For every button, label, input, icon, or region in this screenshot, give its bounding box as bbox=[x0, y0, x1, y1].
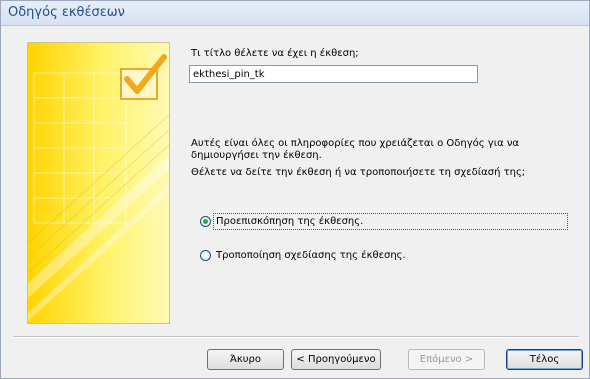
radio-selected-icon[interactable] bbox=[200, 216, 211, 227]
wizard-graphic bbox=[27, 42, 170, 324]
window-title: Οδηγός εκθέσεων bbox=[8, 5, 125, 20]
footer-divider bbox=[13, 336, 579, 338]
info-line-1: Αυτές είναι όλες οι πληροφορίες που χρει… bbox=[191, 138, 520, 149]
finish-button[interactable]: Τέλος bbox=[506, 349, 583, 370]
radio-preview-report[interactable]: Προεπισκόπηση της έκθεσης. bbox=[200, 216, 363, 227]
report-title-input[interactable] bbox=[189, 65, 478, 83]
report-wizard-dialog: Οδηγός εκθέσεων Τι τίτλο θέλετε να έχει … bbox=[0, 0, 590, 379]
view-or-modify-question: Θέλετε να δείτε την έκθεση ή να τροποποι… bbox=[191, 167, 526, 178]
report-title-prompt: Τι τίτλο θέλετε να έχει η έκθεση; bbox=[191, 48, 359, 59]
title-bar: Οδηγός εκθέσεων bbox=[1, 1, 589, 26]
info-text: Αυτές είναι όλες οι πληροφορίες που χρει… bbox=[191, 138, 551, 162]
cancel-button[interactable]: Άκυρο bbox=[207, 349, 284, 370]
next-button[interactable]: Επόμενο > bbox=[408, 349, 485, 370]
radio-unselected-icon[interactable] bbox=[200, 250, 211, 261]
radio-modify-design[interactable]: Τροποποίηση σχεδίασης της έκθεσης. bbox=[200, 250, 406, 261]
checkbox-checkmark-illustration-icon bbox=[28, 54, 169, 321]
back-button[interactable]: < Προηγούμενο bbox=[291, 349, 381, 370]
radio-modify-label[interactable]: Τροποποίηση σχεδίασης της έκθεσης. bbox=[216, 250, 406, 261]
radio-preview-label[interactable]: Προεπισκόπηση της έκθεσης. bbox=[216, 216, 363, 227]
info-line-2: δημιουργήσει την έκθεση. bbox=[191, 150, 322, 161]
